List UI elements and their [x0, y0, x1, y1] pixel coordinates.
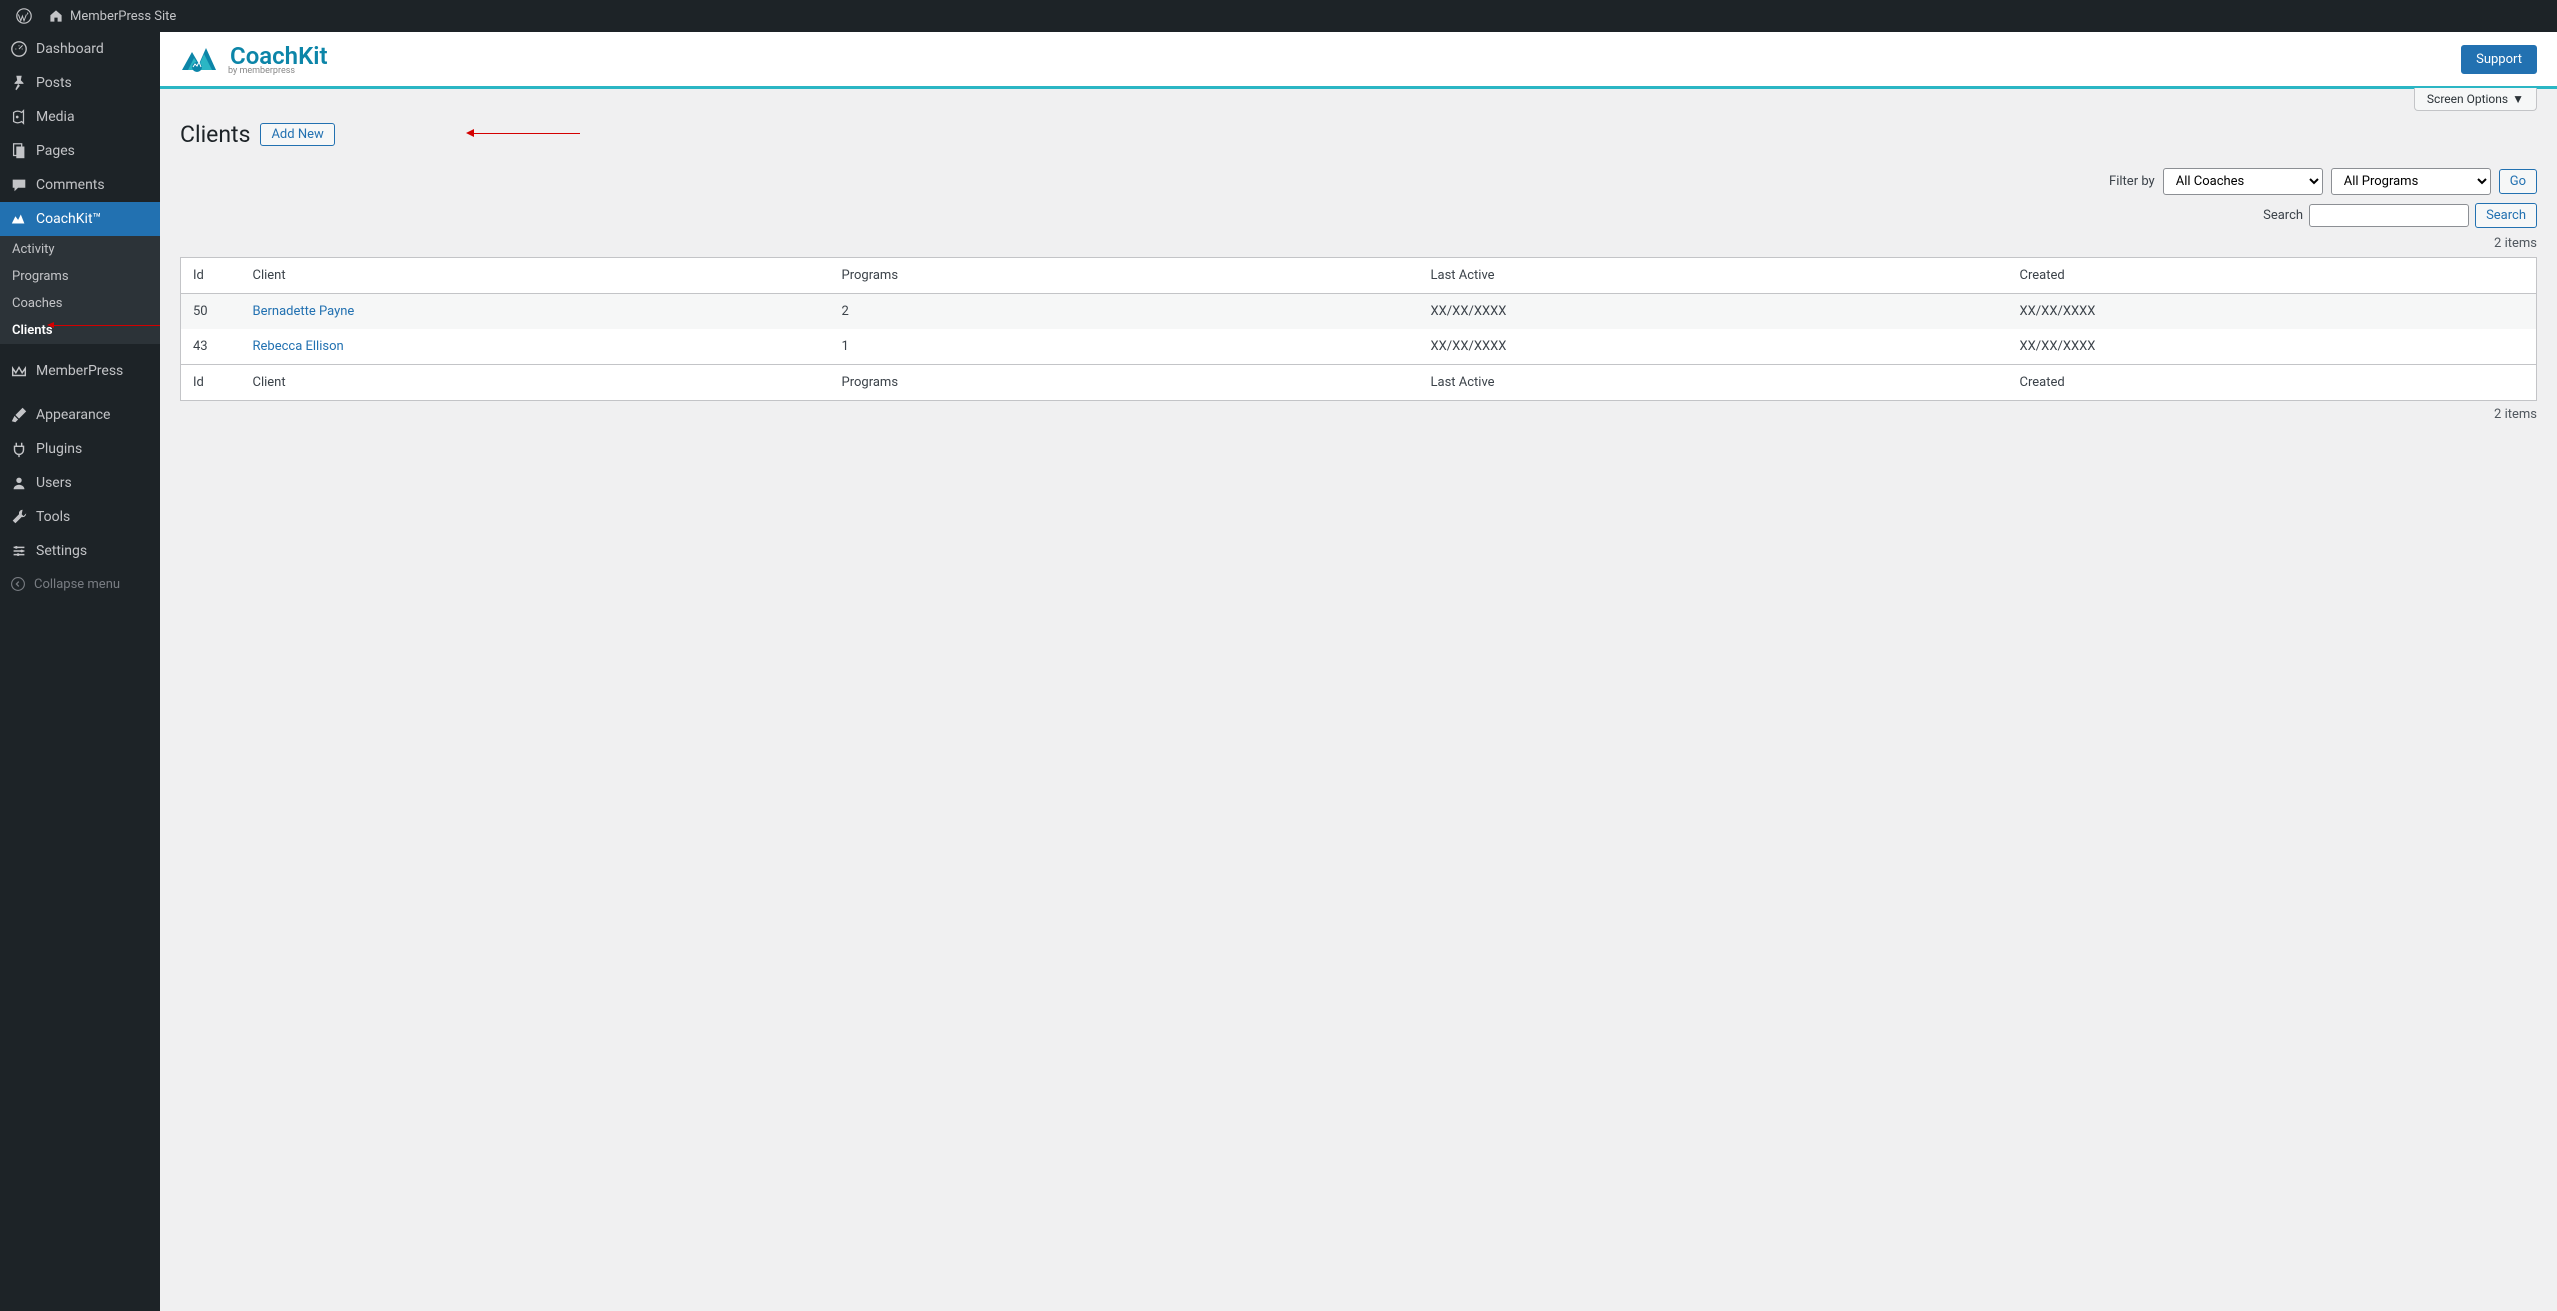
plugin-icon — [10, 440, 28, 458]
col-id[interactable]: Id — [181, 258, 241, 294]
home-icon — [48, 8, 64, 24]
coachkit-submenu: Activity Programs Coaches Clients — [0, 236, 160, 344]
page-icon — [10, 142, 28, 160]
submenu-programs[interactable]: Programs — [0, 263, 160, 290]
sidebar-item-media[interactable]: Media — [0, 100, 160, 134]
content: CoachKit by memberpress Support Screen O… — [160, 32, 2557, 428]
add-new-button[interactable]: Add New — [260, 123, 334, 146]
filter-programs-select[interactable]: All Programs — [2331, 168, 2491, 195]
filter-label: Filter by — [2109, 174, 2155, 189]
chevron-down-icon: ▼ — [2512, 92, 2524, 106]
search-label: Search — [2263, 208, 2303, 223]
search-input[interactable] — [2309, 204, 2469, 227]
submenu-clients[interactable]: Clients — [0, 317, 160, 344]
memberpress-icon — [10, 362, 28, 380]
coachkit-icon — [10, 210, 28, 228]
admin-bar: MemberPress Site — [0, 0, 2557, 32]
search-button[interactable]: Search — [2475, 203, 2537, 228]
col-created[interactable]: Created — [2008, 258, 2537, 294]
media-icon — [10, 108, 28, 126]
dashboard-icon — [10, 40, 28, 58]
sidebar-item-pages[interactable]: Pages — [0, 134, 160, 168]
sidebar: Dashboard Posts Media Pages Comments Coa… — [0, 32, 160, 1311]
user-icon — [10, 474, 28, 492]
support-button[interactable]: Support — [2461, 45, 2537, 74]
collapse-icon — [10, 576, 26, 592]
filter-go-button[interactable]: Go — [2499, 169, 2537, 194]
sidebar-item-coachkit[interactable]: CoachKit™ — [0, 202, 160, 236]
screen-options-button[interactable]: Screen Options ▼ — [2414, 88, 2537, 111]
sidebar-item-posts[interactable]: Posts — [0, 66, 160, 100]
page-title: Clients — [180, 121, 250, 148]
sidebar-item-plugins[interactable]: Plugins — [0, 432, 160, 466]
annotation-arrow-clients — [52, 325, 160, 326]
items-count-bottom: 2 items — [160, 401, 2557, 428]
col-client[interactable]: Client — [241, 258, 830, 294]
client-link[interactable]: Rebecca Ellison — [253, 339, 344, 354]
sidebar-item-appearance[interactable]: Appearance — [0, 398, 160, 432]
comment-icon — [10, 176, 28, 194]
settings-icon — [10, 542, 28, 560]
filter-coaches-select[interactable]: All Coaches — [2163, 168, 2323, 195]
table-row: 50 Bernadette Payne 2 XX/XX/XXXX XX/XX/X… — [181, 294, 2537, 330]
table-row: 43 Rebecca Ellison 1 XX/XX/XXXX XX/XX/XX… — [181, 329, 2537, 365]
site-name: MemberPress Site — [70, 9, 176, 24]
sidebar-item-users[interactable]: Users — [0, 466, 160, 500]
col-lastactive[interactable]: Last Active — [1419, 258, 2008, 294]
logo-mark-icon — [180, 44, 224, 74]
sidebar-item-settings[interactable]: Settings — [0, 534, 160, 568]
wordpress-icon — [16, 8, 32, 24]
sidebar-item-tools[interactable]: Tools — [0, 500, 160, 534]
col-programs[interactable]: Programs — [830, 258, 1419, 294]
client-link[interactable]: Bernadette Payne — [253, 304, 355, 319]
submenu-coaches[interactable]: Coaches — [0, 290, 160, 317]
sidebar-item-comments[interactable]: Comments — [0, 168, 160, 202]
submenu-activity[interactable]: Activity — [0, 236, 160, 263]
wp-logo[interactable] — [8, 0, 40, 32]
wrench-icon — [10, 508, 28, 526]
annotation-arrow-addnew — [470, 133, 580, 134]
collapse-menu[interactable]: Collapse menu — [0, 568, 160, 600]
sidebar-item-memberpress[interactable]: MemberPress — [0, 354, 160, 388]
header-band: CoachKit by memberpress Support — [160, 32, 2557, 89]
sidebar-item-dashboard[interactable]: Dashboard — [0, 32, 160, 66]
coachkit-logo: CoachKit by memberpress — [180, 42, 328, 76]
clients-table: Id Client Programs Last Active Created 5… — [180, 257, 2537, 401]
items-count-top: 2 items — [160, 236, 2557, 257]
pin-icon — [10, 74, 28, 92]
site-link[interactable]: MemberPress Site — [40, 0, 184, 32]
brush-icon — [10, 406, 28, 424]
